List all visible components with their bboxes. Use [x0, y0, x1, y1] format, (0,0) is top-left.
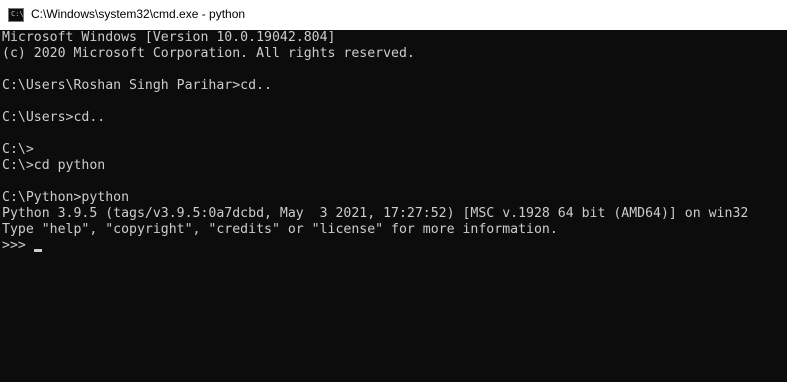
console-line: C:\Python>python: [2, 190, 130, 205]
console-line: (c) 2020 Microsoft Corporation. All righ…: [2, 46, 415, 61]
text-cursor: [33, 249, 42, 252]
window-title: C:\Windows\system32\cmd.exe - python: [31, 7, 246, 21]
console-line: Type "help", "copyright", "credits" or "…: [2, 222, 558, 237]
console-line: Python 3.9.5 (tags/v3.9.5:0a7dcbd, May 3…: [2, 206, 749, 221]
console-line: Microsoft Windows [Version 10.0.19042.80…: [2, 30, 336, 45]
title-bar[interactable]: C:\ C:\Windows\system32\cmd.exe - python: [0, 0, 787, 30]
python-prompt-line[interactable]: >>>: [2, 238, 787, 254]
console-line: C:\Users\Roshan Singh Parihar>cd..: [2, 78, 272, 93]
console-line: C:\>: [2, 142, 34, 157]
cmd-icon-glyph: C:\: [11, 10, 24, 18]
console-line: C:\>cd python: [2, 158, 106, 173]
cmd-icon[interactable]: C:\: [8, 8, 24, 22]
console-line: C:\Users>cd..: [2, 110, 106, 125]
cmd-window: C:\ C:\Windows\system32\cmd.exe - python…: [0, 0, 787, 382]
python-prompt: >>>: [2, 238, 26, 253]
console-output[interactable]: Microsoft Windows [Version 10.0.19042.80…: [0, 30, 787, 382]
